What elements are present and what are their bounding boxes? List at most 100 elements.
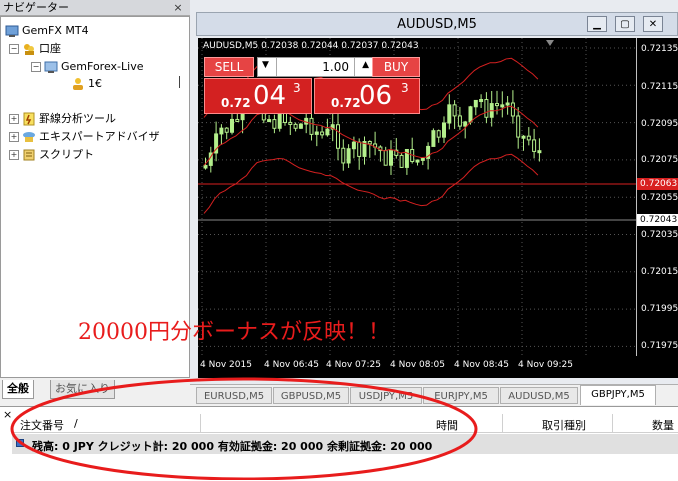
tab-favorites[interactable]: お気に入り (50, 380, 115, 399)
candle-body (235, 118, 240, 122)
user-icon (71, 77, 85, 91)
candle-body (309, 117, 314, 135)
scripts-icon (22, 148, 36, 162)
line-price-marker: 0.72063 (637, 178, 678, 190)
candle-body (436, 130, 441, 138)
collapse-icon[interactable]: − (9, 44, 19, 54)
price-label: 0.72035 (641, 230, 678, 240)
buy-button[interactable]: BUY (372, 57, 420, 77)
tree-indicators[interactable]: + 罫線分析ツール (9, 111, 116, 127)
close-button[interactable]: ✕ (643, 16, 663, 32)
navigator-title: ナビゲーター (0, 0, 190, 16)
price-label: 0.72135 (641, 44, 678, 54)
candle-body (336, 124, 340, 149)
terminal-column-headers: 注文番号 / 時間 取引種別 数量 (12, 414, 678, 433)
column-order[interactable]: 注文番号 (20, 417, 64, 433)
column-type[interactable]: 取引種別 (542, 417, 586, 433)
collapse-icon[interactable]: − (31, 62, 41, 72)
candle-body (532, 139, 537, 152)
lot-value: 1.00 (322, 60, 349, 74)
sell-price-prefix: 0.72 (221, 96, 251, 110)
sell-price-pips: 04 (253, 81, 287, 111)
terminal-close-button[interactable]: × (3, 408, 12, 421)
candle-body (304, 117, 309, 125)
candle-body (442, 122, 446, 138)
experts-icon (22, 130, 36, 144)
expand-icon[interactable]: + (9, 114, 19, 124)
price-label: 0.72075 (641, 155, 678, 165)
buy-price-point: 3 (401, 81, 409, 95)
tab-audusd[interactable]: AUDUSD,M5 (500, 387, 578, 404)
candle-body (510, 102, 515, 117)
tree-accounts[interactable]: − 口座 (9, 41, 61, 57)
tab-general[interactable]: 全般 (2, 380, 34, 399)
tree-root[interactable]: GemFX MT4 (5, 23, 89, 39)
navigator-close-button[interactable]: × (172, 2, 184, 14)
candle-body (341, 147, 346, 164)
column-divider (200, 414, 201, 432)
lot-size-field[interactable]: ▼ 1.00 ▲ (257, 57, 374, 77)
chart-window-titlebar[interactable]: AUDUSD,M5 ▁ ▢ ✕ (196, 12, 678, 36)
price-label: 0.72055 (641, 193, 678, 203)
candle-body (314, 131, 319, 135)
candle-body (415, 159, 420, 163)
sell-price-point: 3 (293, 81, 301, 95)
lot-increase-icon[interactable]: ▲ (362, 60, 369, 70)
expand-icon[interactable]: + (9, 132, 19, 142)
time-label: 4 Nov 06:45 (264, 360, 319, 370)
symbol-tabs: EURUSD,M5 GBPUSD,M5 USDJPY,M5 EURJPY,M5 … (190, 384, 678, 407)
candle-body (463, 121, 468, 127)
tab-eurusd[interactable]: EURUSD,M5 (196, 387, 272, 404)
candle-body (230, 118, 234, 133)
navigator-tabs: 全般 お気に入り (0, 378, 190, 400)
tree-scripts[interactable]: + スクリプト (9, 147, 94, 163)
sell-button[interactable]: SELL (204, 57, 254, 77)
terminal-summary-row[interactable]: 残高: 0 JPY クレジット計: 20 000 有効証拠金: 20 000 余… (12, 434, 678, 454)
account-summary: 残高: 0 JPY クレジット計: 20 000 有効証拠金: 20 000 余… (32, 440, 433, 453)
buy-price-pips: 06 (359, 81, 393, 111)
balance-icon (16, 439, 24, 447)
indicators-icon (22, 112, 36, 126)
tree-accounts-label: 口座 (39, 42, 61, 55)
candle-body (468, 106, 473, 123)
expand-icon[interactable]: + (9, 150, 19, 160)
tree-experts[interactable]: + エキスパートアドバイザ (9, 129, 160, 145)
column-volume[interactable]: 数量 (652, 417, 674, 433)
candle-body (272, 119, 277, 129)
tree-server[interactable]: − GemForex-Live (31, 59, 143, 75)
tab-usdjpy[interactable]: USDJPY,M5 (350, 387, 422, 404)
candle-body (357, 141, 362, 157)
chart-info-line: AUDUSD,M5 0.72038 0.72044 0.72037 0.7204… (203, 41, 419, 51)
minimize-button[interactable]: ▁ (587, 16, 607, 32)
buy-price-box[interactable]: 0.72 06 3 (314, 78, 420, 114)
candle-body (267, 119, 272, 123)
candle-body (484, 99, 489, 118)
candle-body (203, 164, 208, 169)
time-label: 4 Nov 07:25 (326, 360, 381, 370)
tab-gbpjpy[interactable]: GBPJPY,M5 (580, 385, 656, 405)
tab-eurjpy[interactable]: EURJPY,M5 (423, 387, 499, 404)
candle-body (526, 135, 531, 141)
lot-separator-right (354, 58, 355, 76)
candle-body (325, 128, 330, 136)
tab-gbpusd[interactable]: GBPUSD,M5 (273, 387, 349, 404)
buy-price-prefix: 0.72 (331, 96, 361, 110)
candle-body (367, 141, 372, 145)
candle-body (389, 149, 393, 166)
price-label: 0.72115 (641, 82, 678, 92)
tree-experts-label: エキスパートアドバイザ (39, 130, 160, 143)
accounts-icon (22, 42, 36, 56)
candle-body (516, 115, 521, 138)
column-divider (502, 414, 503, 432)
tree-indicators-label: 罫線分析ツール (39, 112, 116, 125)
lot-decrease-icon[interactable]: ▼ (262, 60, 269, 70)
candle-body (420, 157, 425, 161)
tree-account[interactable]: 1€ (71, 76, 102, 92)
column-time[interactable]: 時間 (436, 417, 458, 433)
candle-body (447, 104, 452, 124)
candle-body (521, 135, 526, 139)
candle-body (288, 121, 293, 125)
sell-price-box[interactable]: 0.72 04 3 (204, 78, 312, 114)
candle-body (346, 148, 351, 164)
restore-button[interactable]: ▢ (615, 16, 635, 32)
